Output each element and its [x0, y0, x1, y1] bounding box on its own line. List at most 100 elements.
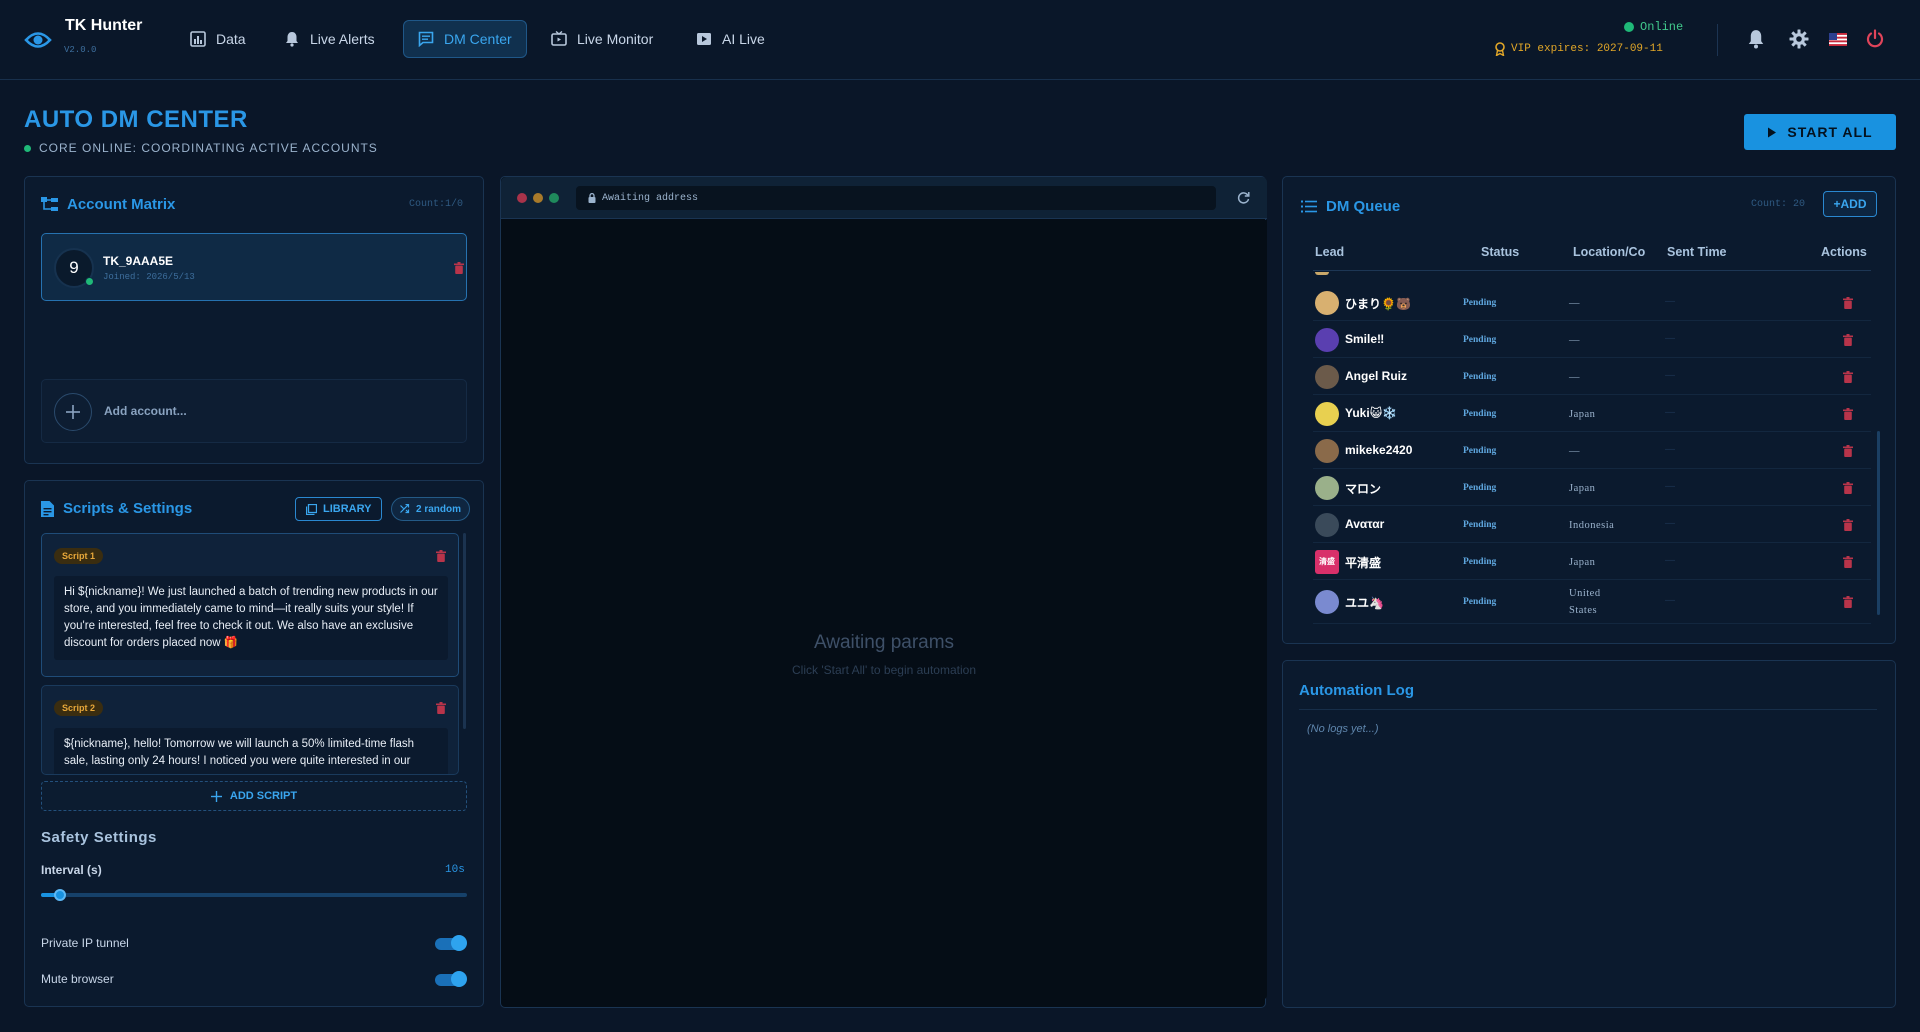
mute-browser-toggle[interactable] [435, 971, 467, 987]
table-row[interactable]: ひまり🌻🐻 Pending — — [1313, 284, 1871, 321]
delete-script-button[interactable] [436, 550, 446, 565]
table-row[interactable]: Smile‼ Pending — — [1313, 321, 1871, 358]
lead-avatar [1315, 512, 1339, 537]
sent-time: — [1665, 369, 1675, 381]
delete-lead-button[interactable] [1843, 407, 1853, 423]
top-bar: TK Hunter V2.0.0 Data Live Alerts DM Cen… [0, 0, 1920, 80]
account-avatar: 9 [54, 248, 94, 288]
awaiting-title: Awaiting params [813, 632, 955, 653]
nav-data[interactable]: Data [176, 20, 260, 58]
delete-lead-button[interactable] [1843, 444, 1853, 460]
trash-icon [1843, 333, 1853, 346]
delete-lead-button[interactable] [1843, 296, 1853, 312]
lead-location: Japan [1569, 556, 1596, 568]
delete-lead-button[interactable] [1843, 370, 1853, 386]
eye-logo-icon [24, 32, 52, 48]
us-flag-icon [1829, 32, 1847, 46]
start-all-button[interactable]: START ALL [1744, 114, 1896, 150]
trash-icon [454, 262, 464, 274]
nav-live-alerts[interactable]: Live Alerts [270, 20, 389, 58]
window-minimize-dot [533, 193, 543, 203]
status-badge: Pending [1463, 519, 1497, 530]
scripts-scrollbar[interactable] [463, 533, 466, 729]
table-row[interactable]: Avαταr Pending Indonesia — [1313, 506, 1871, 543]
table-row[interactable]: 清盛 平清盛 Pending Japan — [1313, 543, 1871, 580]
award-icon [1495, 42, 1505, 56]
random-button[interactable]: 2 random [391, 497, 471, 521]
table-row[interactable]: Yuki😺❄️ Pending Japan — [1313, 395, 1871, 432]
lead-name[interactable]: ユユ🦄 [1345, 594, 1384, 611]
column-header-sent-time[interactable]: Sent Time [1667, 245, 1727, 259]
browser-panel: Awaiting address Awaiting params Click '… [500, 176, 1267, 1008]
add-script-button[interactable]: ADD SCRIPT [41, 781, 467, 811]
lead-name[interactable]: Smile‼ [1345, 332, 1384, 346]
nav-dm-center[interactable]: DM Center [403, 20, 527, 58]
table-row[interactable]: マロン Pending Japan — [1313, 469, 1871, 506]
address-bar[interactable]: Awaiting address [576, 186, 1216, 210]
status-badge: Pending [1463, 556, 1497, 567]
lead-name[interactable]: マロン [1345, 480, 1381, 497]
reload-button[interactable] [1237, 191, 1250, 207]
browser-viewport[interactable]: Awaiting params Click 'Start All' to beg… [501, 220, 1267, 1000]
lead-name[interactable]: ひまり🌻🐻 [1345, 295, 1411, 312]
browser-toolbar: Awaiting address [501, 177, 1267, 219]
interval-slider-thumb[interactable] [54, 889, 67, 901]
delete-lead-button[interactable] [1843, 518, 1853, 534]
private-ip-toggle[interactable] [435, 935, 467, 951]
column-header-status[interactable]: Status [1481, 245, 1519, 259]
lead-location: Indonesia [1569, 519, 1615, 531]
lead-location: Japan [1569, 482, 1596, 494]
lead-avatar [1315, 475, 1339, 500]
script-card[interactable]: Script 1 Hi ${nickname}! We just launche… [41, 533, 459, 677]
script-card[interactable]: Script 2 ${nickname}, hello! Tomorrow we… [41, 685, 459, 775]
awaiting-subtitle: Click 'Start All' to begin automation [791, 663, 976, 677]
queue-scrollbar[interactable] [1877, 431, 1880, 615]
delete-account-button[interactable] [454, 262, 464, 277]
delete-lead-button[interactable] [1843, 555, 1853, 571]
account-matrix-title: Account Matrix [41, 196, 175, 213]
power-button[interactable] [1864, 28, 1886, 50]
page-title: AUTO DM CENTER [24, 106, 248, 133]
delete-lead-button[interactable] [1843, 596, 1853, 611]
automation-log-title: Automation Log [1299, 682, 1414, 699]
shuffle-icon [400, 504, 410, 514]
settings-button[interactable] [1788, 28, 1810, 50]
add-account-button[interactable]: Add account... [41, 379, 467, 443]
divider [1299, 709, 1877, 710]
trash-icon [436, 702, 446, 714]
delete-lead-button[interactable] [1843, 481, 1853, 497]
lead-avatar [1315, 327, 1339, 352]
lead-name[interactable]: Yuki😺❄️ [1345, 406, 1397, 420]
lead-name[interactable]: mikeke2420 [1345, 443, 1412, 457]
bell-icon [1748, 30, 1764, 49]
account-card[interactable]: 9 TK_9AAA5E Joined: 2026/5/13 [41, 233, 467, 301]
column-header-actions[interactable]: Actions [1821, 245, 1867, 259]
script-badge: Script 1 [54, 548, 104, 564]
lead-name[interactable]: Avαταr [1345, 517, 1384, 531]
column-header-location[interactable]: Location/Co [1573, 245, 1649, 259]
delete-lead-button[interactable] [1843, 333, 1853, 349]
lead-avatar-text: 清盛 [1319, 557, 1335, 566]
delete-script-button[interactable] [436, 702, 446, 717]
safety-settings-title: Safety Settings [41, 829, 157, 846]
lead-avatar [1315, 590, 1339, 614]
status-badge: Pending [1463, 445, 1497, 456]
nav-ai-live[interactable]: AI Live [682, 20, 779, 58]
queue-add-button[interactable]: +ADD [1823, 191, 1877, 217]
tv-icon [551, 31, 567, 46]
library-label: LIBRARY [323, 503, 372, 515]
notifications-button[interactable] [1745, 28, 1767, 50]
library-button[interactable]: LIBRARY [295, 497, 383, 521]
table-row[interactable]: ユユ🦄 Pending United States — [1313, 580, 1871, 624]
table-row[interactable]: Angel Ruiz Pending — — [1313, 358, 1871, 395]
script-text[interactable]: Hi ${nickname}! We just launched a batch… [54, 576, 448, 660]
lead-name[interactable]: 平清盛 [1345, 554, 1381, 571]
interval-slider[interactable] [41, 889, 467, 901]
script-text[interactable]: ${nickname}, hello! Tomorrow we will lau… [54, 728, 448, 774]
nav-live-monitor[interactable]: Live Monitor [537, 20, 667, 58]
lead-name[interactable]: Angel Ruiz [1345, 369, 1407, 383]
account-count: Count:1/0 [409, 199, 464, 210]
column-header-lead[interactable]: Lead [1315, 245, 1344, 259]
language-button[interactable] [1827, 28, 1849, 50]
table-row[interactable]: mikeke2420 Pending — — [1313, 432, 1871, 469]
